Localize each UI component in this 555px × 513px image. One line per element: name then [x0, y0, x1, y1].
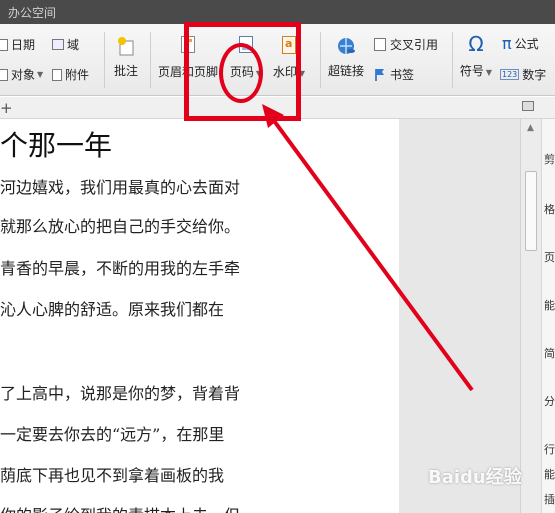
baidu-watermark: Baidu经验	[428, 467, 522, 488]
annotation-arrow	[262, 104, 474, 392]
